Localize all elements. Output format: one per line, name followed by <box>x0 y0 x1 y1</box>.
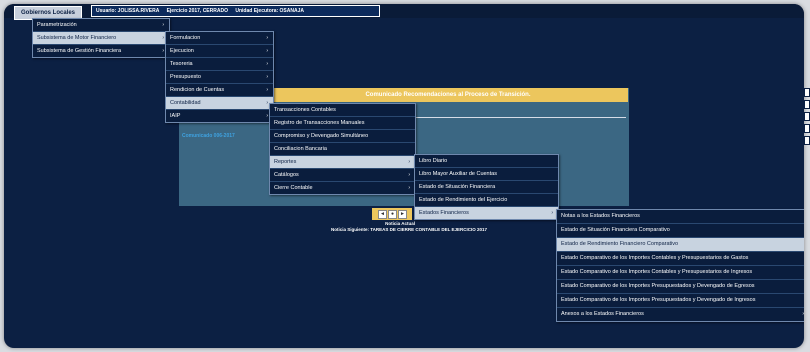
chevron-right-icon: › <box>162 22 164 28</box>
menu-item-label: Contabilidad <box>170 100 201 106</box>
chevron-right-icon: › <box>266 61 268 67</box>
menu-item-label: Subsistema de Motor Financiero <box>37 35 117 41</box>
menu-item-label: Estado de Rendimiento Financiero Compara… <box>561 241 679 247</box>
menu-item-label: Estado Comparativo de los Importes Conta… <box>561 269 753 275</box>
chevron-right-icon: › <box>408 172 410 178</box>
menu-item[interactable]: Notas a los Estados Financieros <box>557 210 804 224</box>
menu-estados-financieros: Notas a los Estados Financieros Estado de… <box>556 209 804 322</box>
menu-item[interactable]: Estados Financieros › <box>415 207 558 219</box>
menu-item-label: Catálogos <box>274 172 299 178</box>
menu-item[interactable]: Subsistema de Motor Financiero › <box>33 32 169 45</box>
menu-item-label: Estados Financieros <box>419 210 469 216</box>
chevron-right-icon: › <box>266 100 268 106</box>
chevron-right-icon: › <box>802 311 804 317</box>
session-info: Usuario: JOLISSA.RIVERA Ejercicio 2017, … <box>91 5 380 17</box>
menu-item[interactable]: Parametrización › <box>33 19 169 32</box>
menu-item[interactable]: Cierre Contable › <box>270 182 415 194</box>
chevron-right-icon: › <box>266 48 268 54</box>
menu-item-label: Formulacion <box>170 35 201 41</box>
menu-item[interactable]: Ejecucion › <box>166 45 273 58</box>
menu-item-label: Conciliacion Bancaria <box>274 146 327 152</box>
side-tab[interactable] <box>804 124 810 133</box>
side-tab[interactable] <box>804 112 810 121</box>
menu-item-label: Registro de Transacciones Manuales <box>274 120 365 126</box>
menu-item-label: Notas a los Estados Financieros <box>561 213 640 219</box>
menu-item[interactable]: Formulacion › <box>166 32 273 45</box>
menu-item-label: Anexos a los Estados Financieros <box>561 311 644 317</box>
menu-item[interactable]: Estado de Situación Financiera Comparati… <box>557 224 804 238</box>
menu-item[interactable]: Rendicion de Cuentas › <box>166 84 273 97</box>
menu-item-label: Rendicion de Cuentas <box>170 87 225 93</box>
pager-next-button[interactable]: ► <box>398 210 407 219</box>
menu-item-label: Estado Comparativo de los Importes Presu… <box>561 283 755 289</box>
menu-item-label: Tesoreria <box>170 61 193 67</box>
side-tab[interactable] <box>804 100 810 109</box>
menu-item[interactable]: Registro de Transacciones Manuales <box>270 117 415 130</box>
menu-item-label: Parametrización <box>37 22 77 28</box>
chevron-right-icon: › <box>266 74 268 80</box>
side-tab[interactable] <box>804 136 810 145</box>
news-pager: ◄ ● ► <box>372 208 412 220</box>
chevron-right-icon: › <box>266 87 268 93</box>
menu-item[interactable]: Reportes › <box>270 156 415 169</box>
comunicado-link[interactable]: Comunicado 006-2017 <box>182 133 235 139</box>
menu-item[interactable]: Estado Comparativo de los Importes Presu… <box>557 294 804 308</box>
chevron-right-icon: › <box>551 210 553 216</box>
chevron-right-icon: › <box>408 159 410 165</box>
menu-item-label: Estado de Rendimiento del Ejercicio <box>419 197 508 203</box>
menu-item-label: Compromiso y Devengado Simultáneo <box>274 133 369 139</box>
menu-item[interactable]: Estado Comparativo de los Importes Presu… <box>557 280 804 294</box>
user-label: Usuario: JOLISSA.RIVERA <box>96 8 160 14</box>
menu-item[interactable]: Estado de Rendimiento Financiero Compara… <box>557 238 804 252</box>
menu-item[interactable]: Transacciones Contables <box>270 104 415 117</box>
menu-item-label: Cierre Contable <box>274 185 313 191</box>
menu-item-label: Estado de Situación Financiera <box>419 184 496 190</box>
menu-item[interactable]: Libro Diario <box>415 155 558 168</box>
top-bar: Gobiernos Locales Usuario: JOLISSA.RIVER… <box>4 4 804 20</box>
menu-contabilidad: Transacciones Contables Registro de Trans… <box>269 103 416 195</box>
menu-item[interactable]: Anexos a los Estados Financieros › <box>557 308 804 321</box>
menu-item[interactable]: Subsistema de Gestión Financiera › <box>33 45 169 57</box>
menu-item-label: Estado Comparativo de los Importes Presu… <box>561 297 756 303</box>
pager-prev-button[interactable]: ◄ <box>378 210 387 219</box>
chevron-right-icon: › <box>162 35 164 41</box>
menu-item[interactable]: Estado Comparativo de los Importes Conta… <box>557 266 804 280</box>
unit-label: Unidad Ejecutora: OSANAJA <box>235 8 304 14</box>
menu-item-label: Libro Diario <box>419 158 448 164</box>
menu-reportes: Libro Diario Libro Mayor Auxiliar de Cuen… <box>414 154 559 220</box>
menu-item[interactable]: Libro Mayor Auxiliar de Cuentas <box>415 168 558 181</box>
chevron-right-icon: › <box>408 185 410 191</box>
chevron-right-icon: › <box>266 35 268 41</box>
menu-item-label: Reportes <box>274 159 297 165</box>
side-tab[interactable] <box>804 88 810 97</box>
chevron-right-icon: › <box>266 113 268 119</box>
menu-item[interactable]: Estado de Situación Financiera <box>415 181 558 194</box>
next-notice-label[interactable]: Noticia Siguiente: TAREAS DE CIERRE CONT… <box>294 227 524 232</box>
current-notice-label: Noticia Actual <box>385 221 415 226</box>
announcement-banner[interactable]: Comunicado Recomendaciones al Proceso de… <box>268 88 628 102</box>
menu-item-label: Presupuesto <box>170 74 201 80</box>
menu-item[interactable]: Conciliacion Bancaria <box>270 143 415 156</box>
menu-item[interactable]: Compromiso y Devengado Simultáneo <box>270 130 415 143</box>
menu-item[interactable]: Estado de Rendimiento del Ejercicio <box>415 194 558 207</box>
menu-item[interactable]: Catálogos › <box>270 169 415 182</box>
menu-item[interactable]: Tesoreria › <box>166 58 273 71</box>
menu-item-label: Transacciones Contables <box>274 107 336 113</box>
pager-current-button[interactable]: ● <box>388 210 397 219</box>
app-window: Gobiernos Locales Usuario: JOLISSA.RIVER… <box>4 4 804 348</box>
menu-item-label: Subsistema de Gestión Financiera <box>37 48 122 54</box>
menu-item-label: IAIP <box>170 113 181 119</box>
menu-main: Parametrización › Subsistema de Motor Fina… <box>32 18 170 58</box>
menu-item-label: Estado de Situación Financiera Comparati… <box>561 227 670 233</box>
fiscal-year-label: Ejercicio 2017, CERRADO <box>166 8 228 14</box>
menu-item-label: Estado Comparativo de los Importes Conta… <box>561 255 749 261</box>
menu-item-label: Ejecucion <box>170 48 194 54</box>
menu-item[interactable]: Presupuesto › <box>166 71 273 84</box>
chevron-right-icon: › <box>162 48 164 54</box>
menu-item[interactable]: Contabilidad › <box>166 97 273 110</box>
menu-motor-financiero: Formulacion › Ejecucion › Tesoreria › Presupue… <box>165 31 274 123</box>
menu-item-label: Libro Mayor Auxiliar de Cuentas <box>419 171 497 177</box>
menu-item[interactable]: IAIP › <box>166 110 273 122</box>
menu-item[interactable]: Estado Comparativo de los Importes Conta… <box>557 252 804 266</box>
